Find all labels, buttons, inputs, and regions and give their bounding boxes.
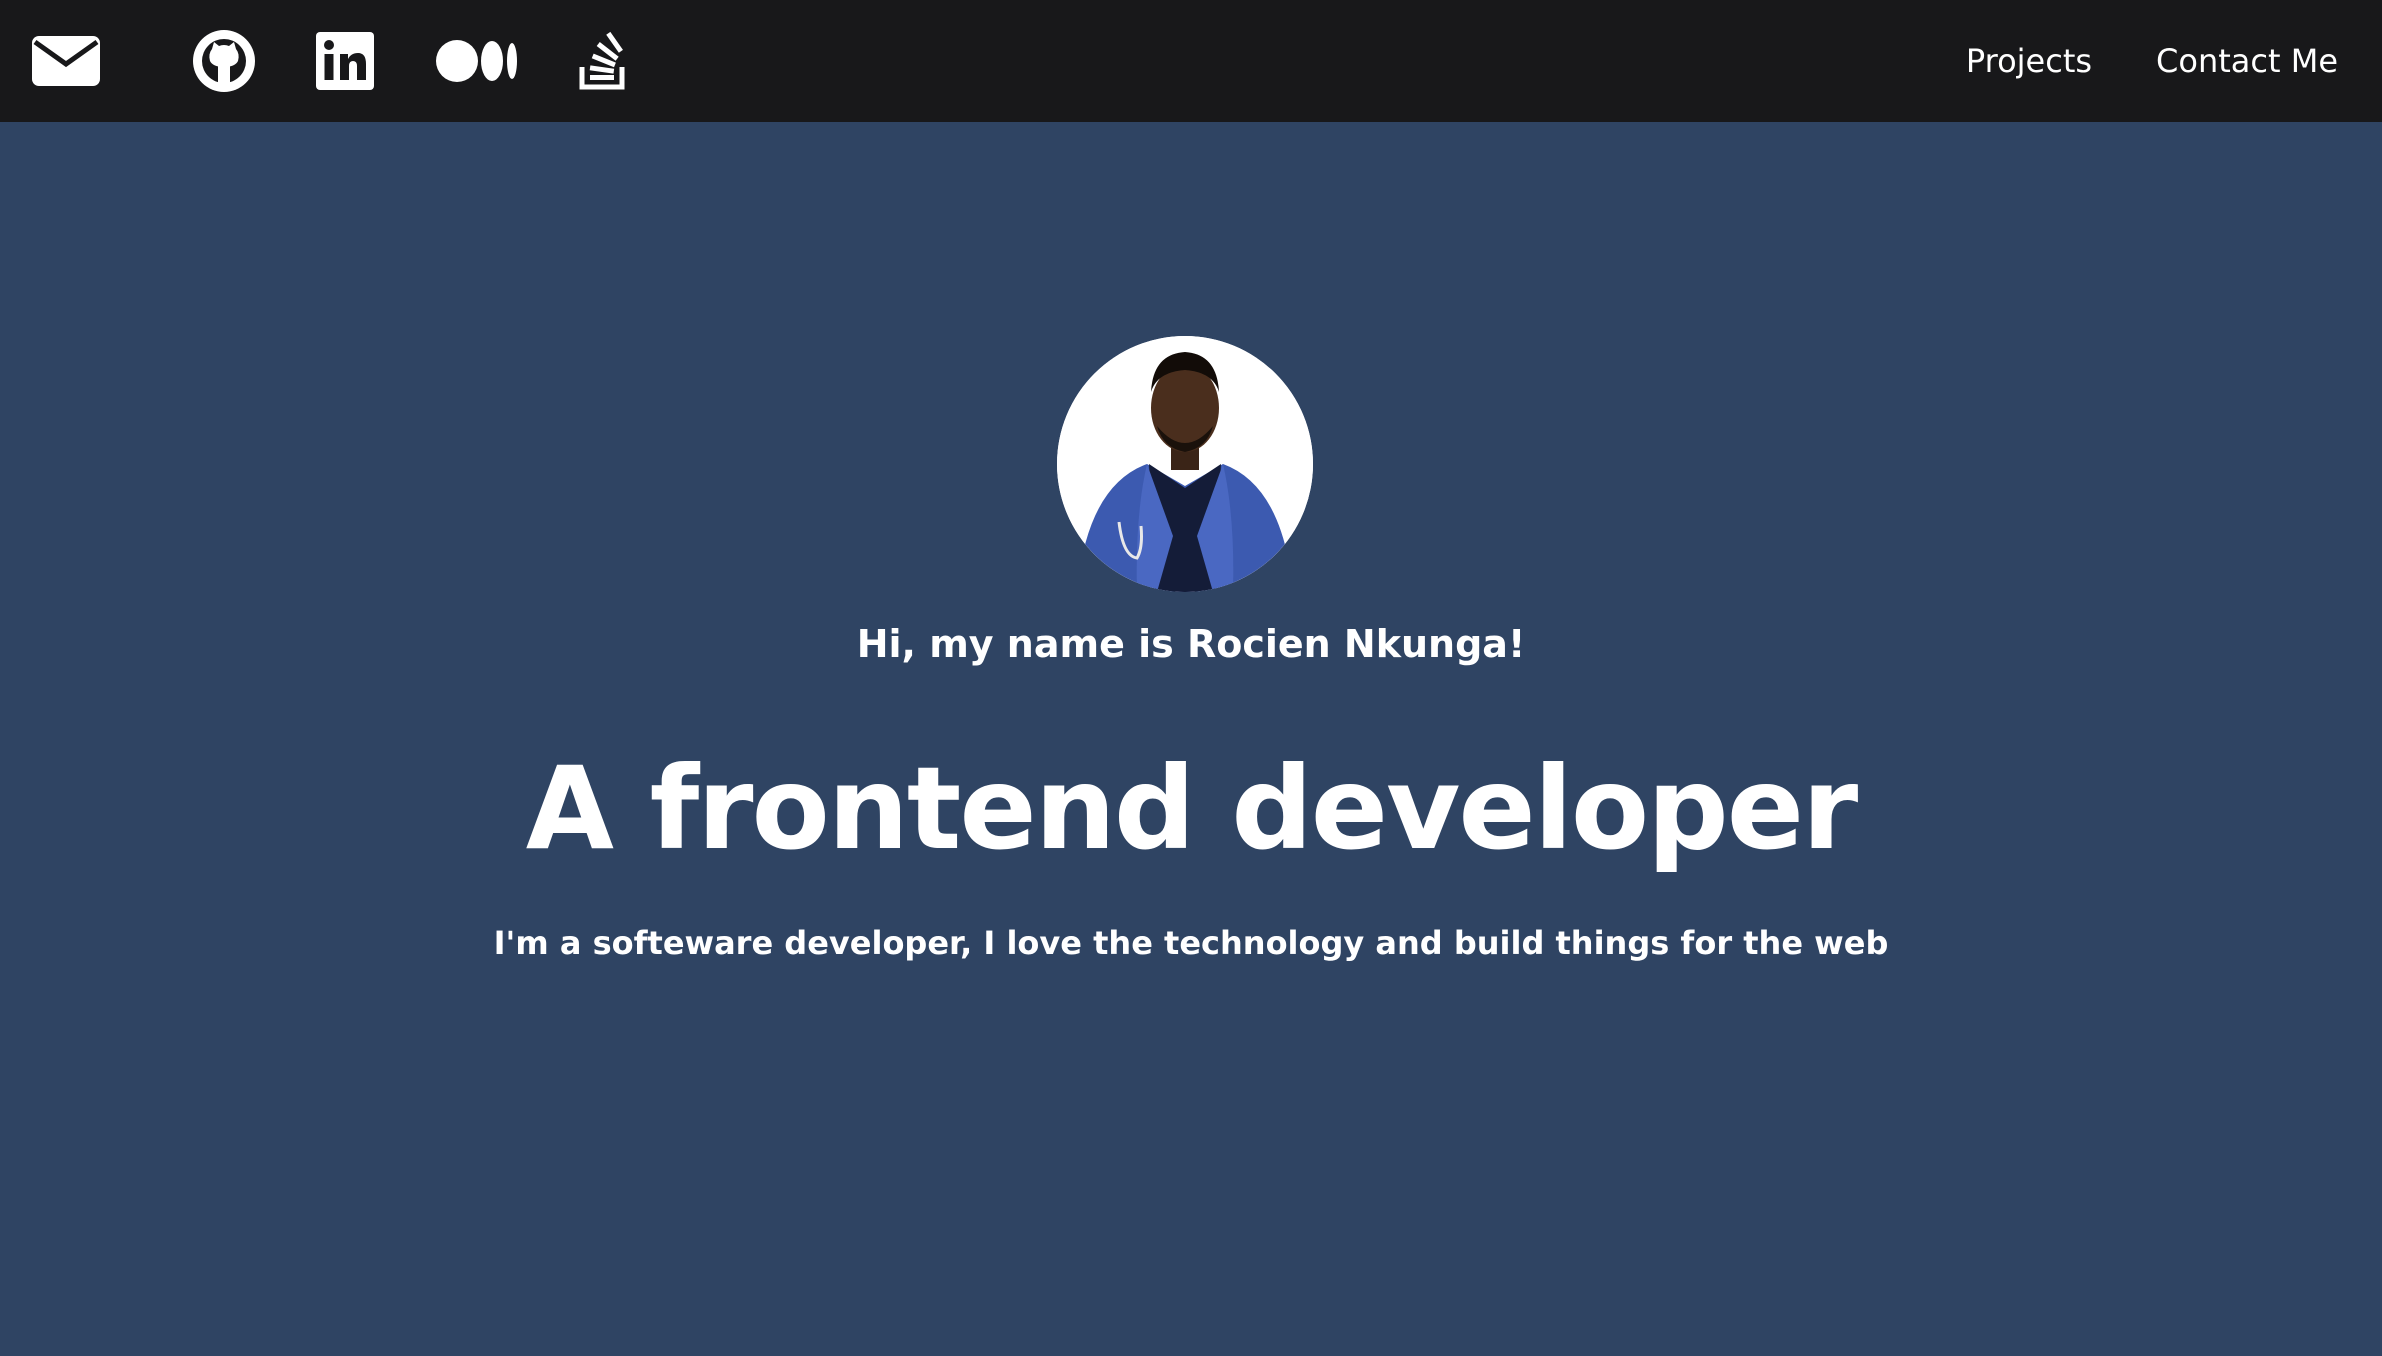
linkedin-icon[interactable] — [316, 26, 374, 96]
greeting-text: Hi, my name is Rocien Nkunga! — [856, 622, 1526, 666]
github-icon[interactable] — [192, 26, 256, 96]
nav-links: Projects Contact Me — [1966, 42, 2338, 80]
social-icons — [32, 26, 630, 96]
top-navbar: Projects Contact Me — [0, 0, 2382, 122]
headline-title: A frontend developer — [525, 742, 1859, 875]
nav-projects-link[interactable]: Projects — [1966, 42, 2092, 80]
medium-icon[interactable] — [436, 26, 518, 96]
nav-contact-link[interactable]: Contact Me — [2156, 42, 2338, 80]
hero-section: Hi, my name is Rocien Nkunga! A frontend… — [0, 122, 2382, 1356]
mail-icon[interactable] — [32, 26, 100, 96]
profile-avatar — [1057, 336, 1313, 592]
stackoverflow-icon[interactable] — [578, 26, 630, 96]
tagline-text: I'm a softeware developer, I love the te… — [493, 924, 1889, 962]
